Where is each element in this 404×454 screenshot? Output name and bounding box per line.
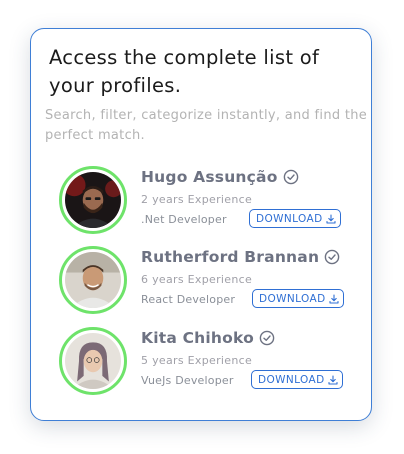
download-button[interactable]: DOWNLOAD xyxy=(249,209,341,228)
download-label: DOWNLOAD xyxy=(258,373,325,386)
download-label: DOWNLOAD xyxy=(259,292,326,305)
profile-role: VueJs Developer xyxy=(141,374,234,387)
profile-name-row: Rutherford Brannan xyxy=(141,248,340,266)
profile-role: React Developer xyxy=(141,293,236,306)
check-circle-icon xyxy=(324,249,340,265)
avatar-photo xyxy=(65,252,121,308)
download-label: DOWNLOAD xyxy=(256,212,323,225)
download-icon xyxy=(326,213,336,224)
profile-name: Kita Chihoko xyxy=(141,329,254,347)
profile-name: Hugo Assunção xyxy=(141,168,278,186)
profile-role: .Net Developer xyxy=(141,213,227,226)
profile-name-row: Hugo Assunção xyxy=(141,168,299,186)
check-circle-icon xyxy=(259,330,275,346)
profile-item-hugo: Hugo Assunção 2 years Experience .Net De… xyxy=(59,166,359,238)
card-subtitle: Search, filter, categorize instantly, an… xyxy=(45,108,368,143)
download-button[interactable]: DOWNLOAD xyxy=(251,370,343,389)
profile-name: Rutherford Brannan xyxy=(141,248,320,266)
download-button[interactable]: DOWNLOAD xyxy=(252,289,344,308)
profiles-card: Access the complete list of your profile… xyxy=(30,28,372,421)
avatar xyxy=(59,166,127,234)
avatar-photo xyxy=(65,172,121,228)
check-circle-icon xyxy=(283,169,298,185)
profile-experience: 6 years Experience xyxy=(141,273,253,286)
avatar xyxy=(59,327,127,395)
download-icon xyxy=(328,374,338,385)
profile-item-kita: Kita Chihoko 5 years Experience VueJs De… xyxy=(59,327,359,399)
profile-experience: 2 years Experience xyxy=(141,193,253,206)
profile-experience: 5 years Experience xyxy=(141,354,253,367)
card-title: Access the complete list of your profile… xyxy=(49,46,320,97)
profile-item-rutherford: Rutherford Brannan 6 years Experience Re… xyxy=(59,246,359,318)
avatar-photo xyxy=(65,333,121,389)
download-icon xyxy=(329,293,339,304)
profile-name-row: Kita Chihoko xyxy=(141,329,275,347)
avatar xyxy=(59,246,127,314)
